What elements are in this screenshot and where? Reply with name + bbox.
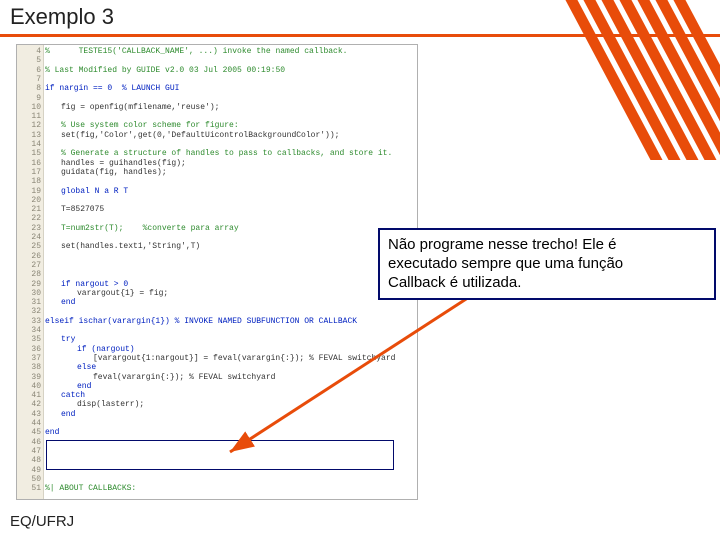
callout-line1: Não programe nesse trecho! Ele é [388,236,706,255]
callout-line3: Callback é utilizada. [388,274,706,293]
callout-line2: executado sempre que uma função [388,255,706,274]
slide: Exemplo 3 456789101112131415161718192021… [0,0,720,540]
callout-note: Não programe nesse trecho! Ele é executa… [378,228,716,300]
